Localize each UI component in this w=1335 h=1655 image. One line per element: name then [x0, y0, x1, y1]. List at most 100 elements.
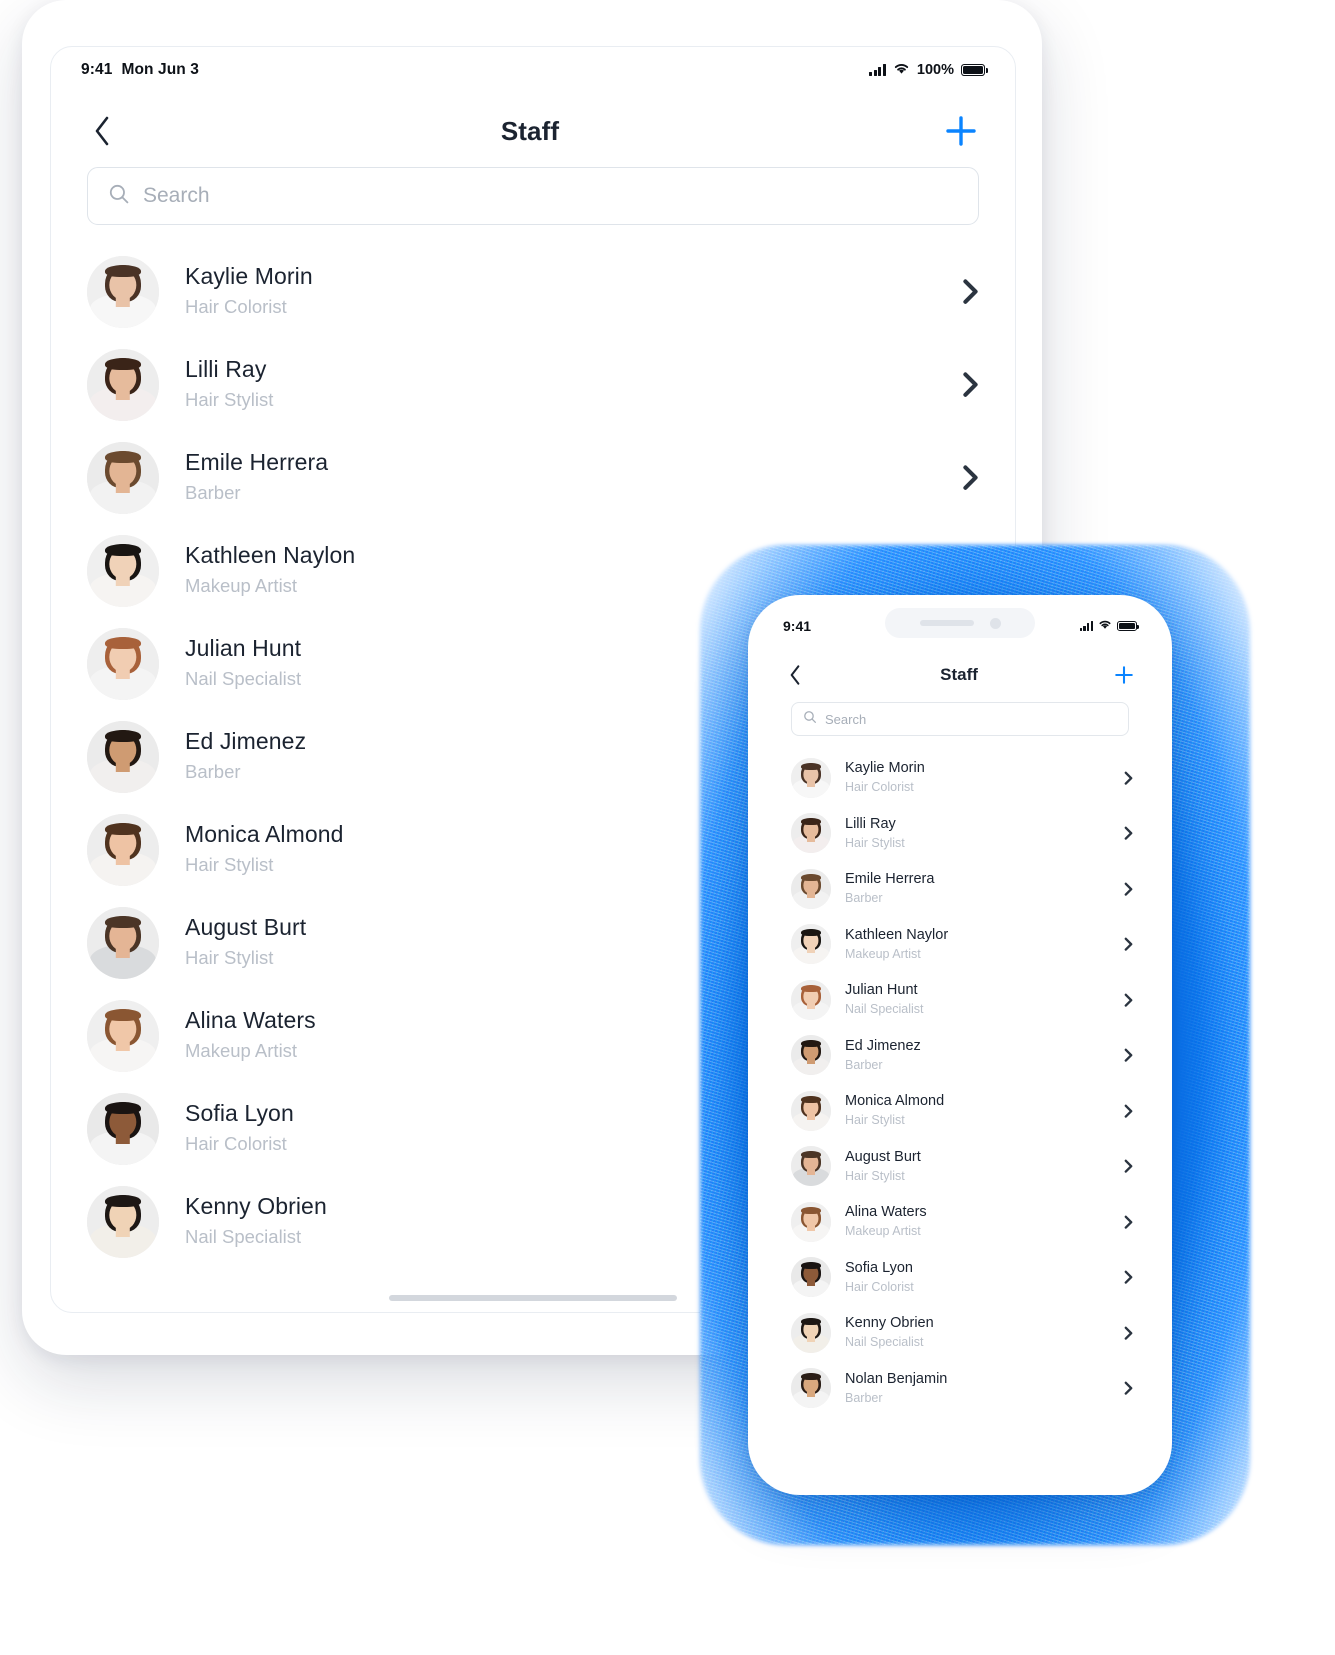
- cellular-signal-icon: [1079, 621, 1093, 631]
- phone-status-right: [1079, 617, 1139, 635]
- staff-item-text: Sofia Lyon Hair Colorist: [845, 1259, 1119, 1296]
- chevron-right-icon[interactable]: [1119, 1270, 1133, 1284]
- staff-list-item[interactable]: Emile Herrera Barber: [757, 861, 1163, 917]
- avatar: [791, 757, 831, 798]
- page-title: Staff: [940, 665, 978, 684]
- staff-role: Barber: [185, 482, 241, 503]
- staff-role: Hair Stylist: [845, 1168, 905, 1183]
- page-title: Staff: [500, 115, 560, 146]
- search-icon: [108, 183, 130, 210]
- phone-device: 9:41 Staff Search Kaylie Morin Hair Colo…: [748, 595, 1172, 1495]
- staff-name: Emile Herrera: [845, 871, 935, 888]
- search-input[interactable]: Search: [87, 167, 979, 225]
- avatar: [791, 1312, 831, 1353]
- search-icon: [803, 710, 817, 729]
- staff-name: Kenny Obrien: [845, 1315, 934, 1332]
- staff-item-text: Emile Herrera Barber: [185, 448, 953, 507]
- search-input[interactable]: Search: [791, 702, 1129, 736]
- back-button[interactable]: [783, 663, 807, 687]
- avatar: [87, 720, 159, 793]
- staff-list-item[interactable]: Lilli Ray Hair Stylist: [51, 338, 1015, 431]
- staff-name: Kaylie Morin: [185, 263, 313, 290]
- chevron-right-icon[interactable]: [953, 278, 979, 305]
- chevron-right-icon[interactable]: [953, 464, 979, 491]
- wifi-icon: [1098, 617, 1112, 635]
- add-staff-button[interactable]: [941, 111, 981, 151]
- staff-item-text: Kaylie Morin Hair Colorist: [185, 262, 953, 321]
- staff-list-item[interactable]: Monica Almond Hair Stylist: [757, 1083, 1163, 1139]
- plus-icon: [1115, 666, 1133, 684]
- staff-list-item[interactable]: Kenny Obrien Nail Specialist: [757, 1305, 1163, 1361]
- staff-role: Hair Stylist: [845, 1113, 905, 1128]
- staff-item-text: August Burt Hair Stylist: [845, 1148, 1119, 1185]
- back-button[interactable]: [85, 114, 119, 148]
- plus-icon: [946, 116, 976, 146]
- chevron-right-icon[interactable]: [1119, 993, 1133, 1007]
- staff-name: Julian Hunt: [845, 982, 918, 999]
- tablet-status-time: 9:41: [81, 61, 113, 78]
- staff-list-item[interactable]: Sofia Lyon Hair Colorist: [757, 1250, 1163, 1306]
- staff-role: Makeup Artist: [845, 1224, 921, 1239]
- staff-item-text: Lilli Ray Hair Stylist: [185, 355, 953, 414]
- staff-list-item[interactable]: Nolan Benjamin Barber: [757, 1361, 1163, 1417]
- staff-list-item[interactable]: Ed Jimenez Barber: [757, 1028, 1163, 1084]
- chevron-right-icon[interactable]: [1119, 771, 1133, 785]
- chevron-right-icon[interactable]: [1119, 1159, 1133, 1173]
- staff-list-item[interactable]: Alina Waters Makeup Artist: [757, 1194, 1163, 1250]
- avatar: [87, 906, 159, 979]
- chevron-right-icon[interactable]: [953, 371, 979, 398]
- avatar: [87, 1092, 159, 1165]
- avatar: [791, 1146, 831, 1187]
- phone-staff-list[interactable]: Kaylie Morin Hair Colorist Lilli Ray Hair S…: [757, 750, 1163, 1486]
- home-indicator: [389, 1295, 677, 1301]
- battery-icon: [1117, 621, 1139, 631]
- staff-list-item[interactable]: Julian Hunt Nail Specialist: [757, 972, 1163, 1028]
- staff-role: Barber: [845, 1057, 883, 1072]
- staff-list-item[interactable]: Emile Herrera Barber: [51, 431, 1015, 524]
- staff-list-item[interactable]: August Burt Hair Stylist: [757, 1139, 1163, 1195]
- staff-name: Nolan Benjamin: [845, 1370, 948, 1387]
- staff-name: Monica Almond: [845, 1093, 945, 1110]
- staff-role: Barber: [845, 891, 883, 906]
- avatar: [791, 1035, 831, 1076]
- avatar: [87, 999, 159, 1072]
- staff-role: Hair Colorist: [845, 1279, 914, 1294]
- staff-list-item[interactable]: Kaylie Morin Hair Colorist: [51, 245, 1015, 338]
- avatar: [791, 868, 831, 909]
- cellular-signal-icon: [869, 64, 886, 76]
- add-staff-button[interactable]: [1111, 662, 1137, 688]
- staff-name: Sofia Lyon: [845, 1259, 913, 1276]
- staff-item-text: Emile Herrera Barber: [845, 870, 1119, 907]
- avatar: [791, 924, 831, 965]
- wifi-icon: [893, 62, 910, 79]
- search-placeholder: Search: [825, 711, 867, 727]
- staff-item-text: Alina Waters Makeup Artist: [845, 1203, 1119, 1240]
- chevron-right-icon[interactable]: [1119, 1104, 1133, 1118]
- staff-role: Makeup Artist: [845, 946, 921, 961]
- staff-list-item[interactable]: Kaylie Morin Hair Colorist: [757, 750, 1163, 806]
- avatar: [791, 1368, 831, 1409]
- avatar: [87, 1185, 159, 1258]
- battery-icon: [961, 64, 988, 76]
- staff-name: Alina Waters: [845, 1204, 927, 1221]
- staff-name: August Burt: [845, 1148, 921, 1165]
- chevron-right-icon[interactable]: [1119, 937, 1133, 951]
- staff-role: Hair Colorist: [845, 780, 914, 795]
- avatar: [87, 348, 159, 421]
- chevron-right-icon[interactable]: [1119, 826, 1133, 840]
- staff-name: Lilli Ray: [185, 356, 267, 383]
- phone-nav-bar: Staff: [757, 648, 1163, 702]
- staff-item-text: Nolan Benjamin Barber: [845, 1370, 1119, 1407]
- avatar: [791, 813, 831, 854]
- chevron-right-icon[interactable]: [1119, 1381, 1133, 1395]
- avatar: [87, 255, 159, 328]
- staff-role: Nail Specialist: [845, 1335, 924, 1350]
- staff-role: Barber: [845, 1390, 883, 1405]
- chevron-right-icon[interactable]: [1119, 1048, 1133, 1062]
- staff-list-item[interactable]: Lilli Ray Hair Stylist: [757, 806, 1163, 862]
- chevron-right-icon[interactable]: [1119, 882, 1133, 896]
- staff-name: Kathleen Naylor: [845, 926, 949, 943]
- chevron-right-icon[interactable]: [1119, 1326, 1133, 1340]
- chevron-right-icon[interactable]: [1119, 1215, 1133, 1229]
- staff-list-item[interactable]: Kathleen Naylor Makeup Artist: [757, 917, 1163, 973]
